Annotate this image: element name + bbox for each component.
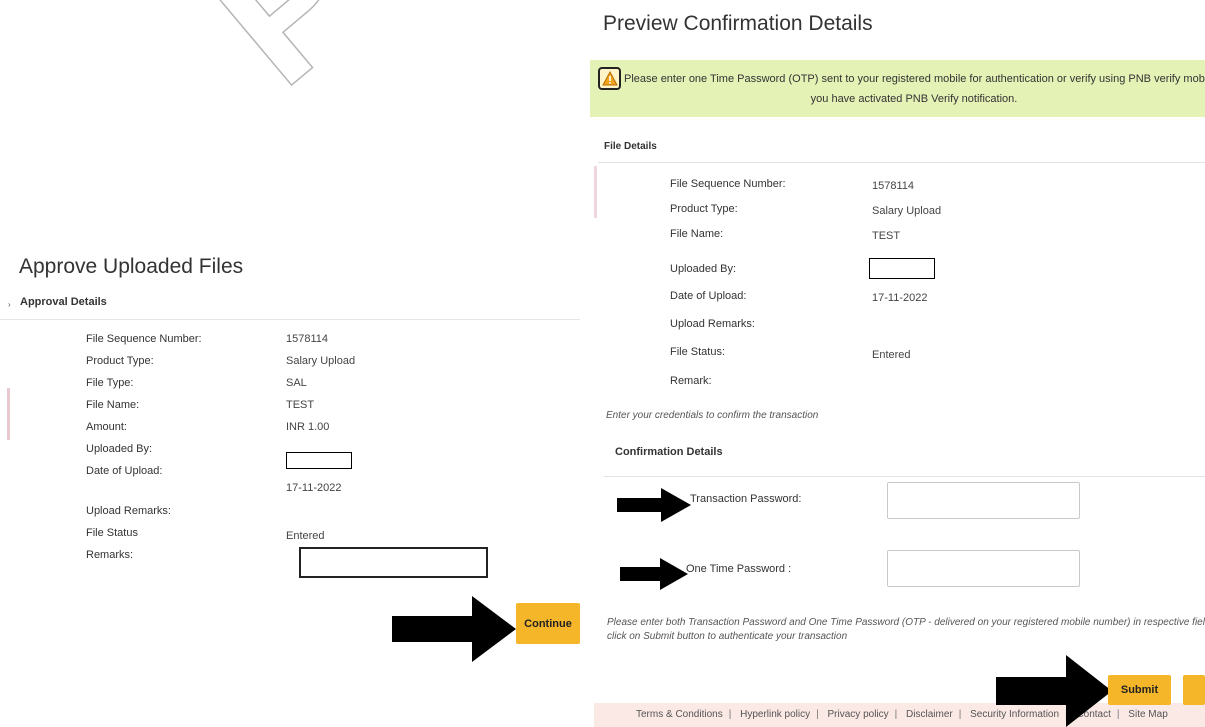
label-file-type: File Type: [86,377,134,389]
arrow-right-icon [996,655,1112,727]
arrow-right-icon [617,488,691,522]
label-remarks: Remarks: [86,549,134,561]
value-date-of-upload: 17-11-2022 [286,482,342,494]
label-date-of-upload: Date of Upload: [86,465,163,477]
confirmation-details-heading: Confirmation Details [615,446,723,458]
value-file-sequence-number: 1578114 [872,180,915,192]
value-file-status: Entered [286,530,325,542]
footer-link-privacy-policy[interactable]: Privacy policy [828,709,889,720]
label-product-type: Product Type: [670,203,738,215]
label-file-sequence-number: File Sequence Number: [670,178,786,190]
arrow-right-icon [620,558,688,590]
label-upload-remarks: Upload Remarks: [670,318,755,330]
redacted-uploaded-by [869,258,935,279]
label-upload-remarks: Upload Remarks: [86,505,171,517]
label-uploaded-by: Uploaded By: [86,443,153,455]
instruction-line1: Please enter both Transaction Password a… [607,617,1205,628]
side-accent [7,388,10,440]
label-one-time-password: One Time Password : [686,563,792,575]
arrow-right-icon [392,596,516,662]
transaction-password-input[interactable] [887,482,1080,519]
label-date-of-upload: Date of Upload: [670,290,747,302]
divider [0,319,580,320]
footer-link-terms[interactable]: Terms & Conditions [636,709,723,720]
value-file-name: TEST [286,399,315,411]
notice-text-line1: Please enter one Time Password (OTP) sen… [624,73,1205,85]
side-accent [594,166,597,218]
label-file-status: File Status: [670,346,726,358]
redacted-uploaded-by [286,452,352,469]
one-time-password-input[interactable] [887,550,1080,587]
label-product-type: Product Type: [86,355,154,367]
submit-button[interactable]: Submit [1108,675,1171,705]
otp-notice-banner: Please enter one Time Password (OTP) sen… [584,60,1205,117]
label-file-sequence-number: File Sequence Number: [86,333,202,345]
continue-button[interactable]: Continue [516,603,580,644]
label-remark: Remark: [670,375,712,387]
remarks-input[interactable] [299,547,488,578]
footer-bar: Terms & Conditions | Hyperlink policy | Pr… [594,703,1205,727]
notice-text-line2: you have activated PNB Verify notificati… [810,93,1018,105]
value-amount: INR 1.00 [286,421,330,433]
footer-link-disclaimer[interactable]: Disclaimer [906,709,953,720]
instruction-line2: click on Submit button to authenticate y… [607,631,848,642]
page-title-approve: Approve Uploaded Files [19,255,244,278]
value-file-status: Entered [872,349,911,361]
footer-link-hyperlink-policy[interactable]: Hyperlink policy [740,709,810,720]
label-file-name: File Name: [86,399,140,411]
value-date-of-upload: 17-11-2022 [872,292,928,304]
approval-details-heading: Approval Details [20,296,107,308]
value-file-sequence-number: 1578114 [286,333,329,345]
page-title-preview: Preview Confirmation Details [603,12,873,35]
value-product-type: Salary Upload [872,205,942,217]
divider [598,162,1205,163]
credentials-hint: Enter your credentials to confirm the tr… [606,410,819,421]
divider [604,476,1205,477]
bullet-icon: › [8,300,11,309]
file-details-heading: File Details [604,141,657,152]
value-file-type: SAL [286,377,307,389]
value-file-name: TEST [872,230,901,242]
label-file-name: File Name: [670,228,724,240]
value-product-type: Salary Upload [286,355,356,367]
label-uploaded-by: Uploaded By: [670,263,737,275]
watermark-backdrop [150,0,590,238]
label-file-status: File Status [86,527,138,539]
secondary-button-partial[interactable] [1183,675,1205,705]
label-transaction-password: Transaction Password: [690,493,802,505]
warning-icon [598,67,621,90]
label-amount: Amount: [86,421,127,433]
footer-link-site-map[interactable]: Site Map [1128,709,1167,720]
